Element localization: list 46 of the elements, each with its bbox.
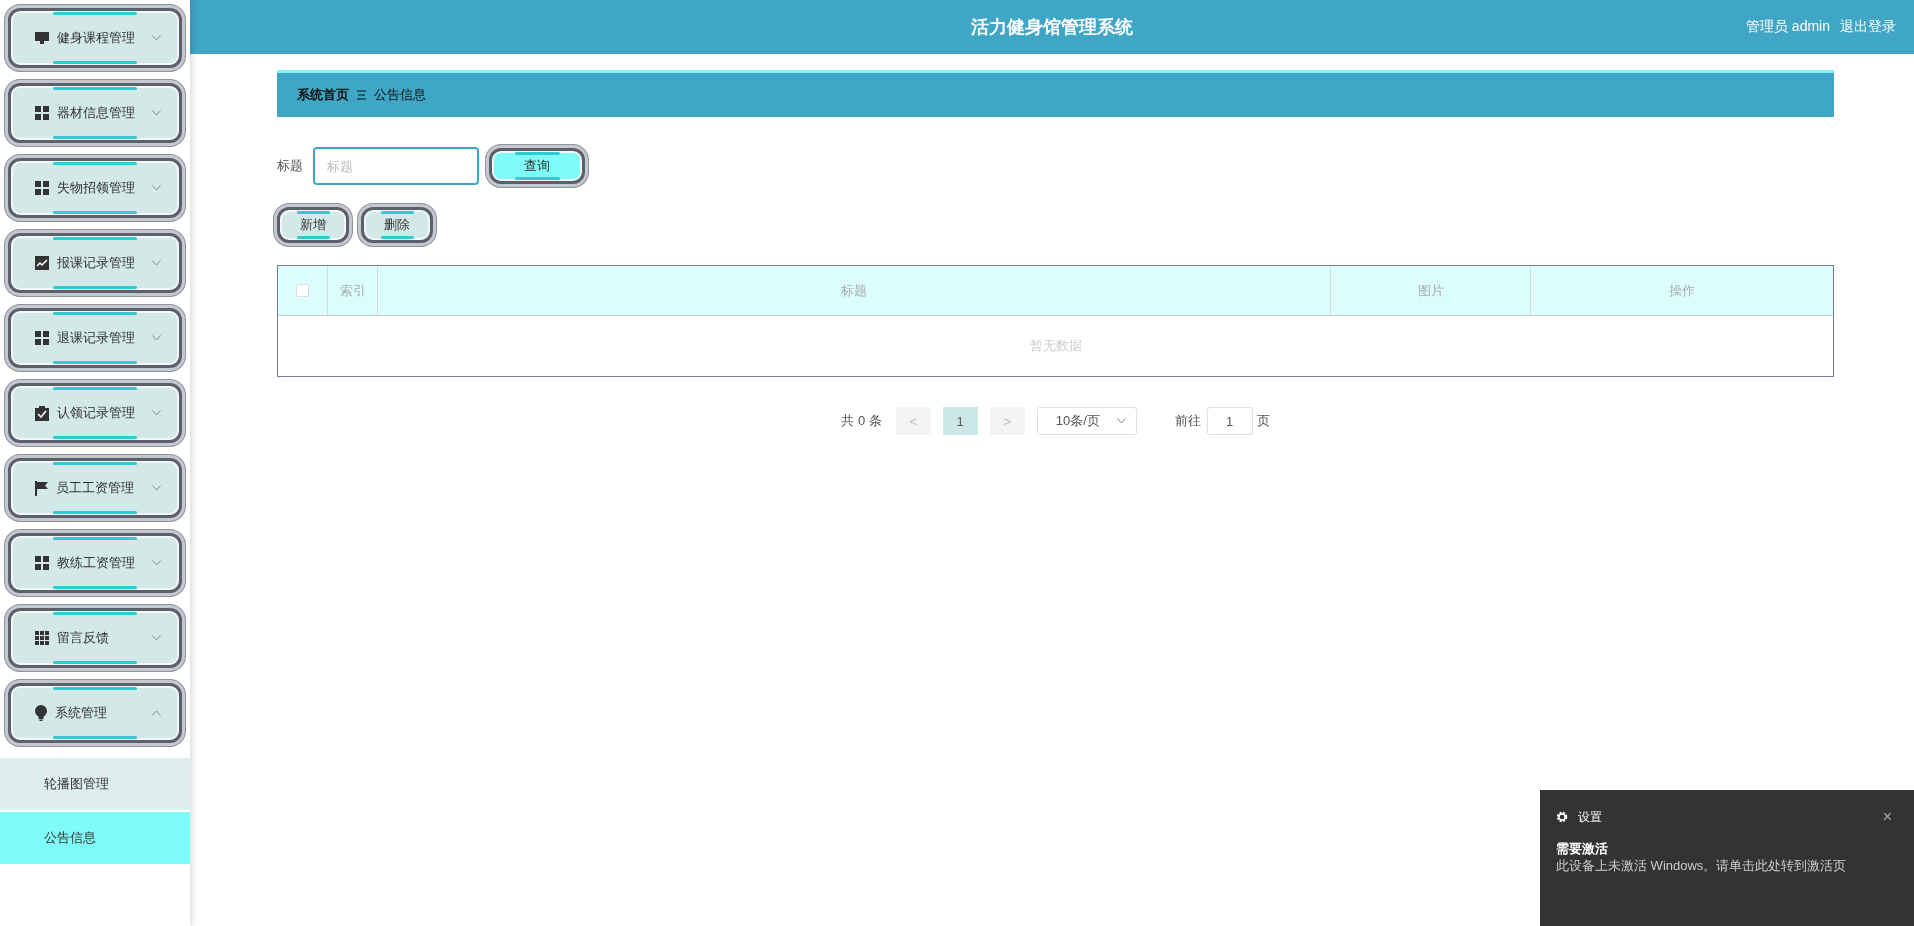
grid-icon: [35, 181, 49, 195]
column-header: 索引: [328, 266, 378, 315]
close-button[interactable]: ×: [1882, 808, 1892, 826]
chevron-up-icon: [152, 710, 161, 716]
chevron-down-icon: [152, 185, 161, 191]
system-title: 活力健身馆管理系统: [971, 16, 1133, 39]
chevron-down-icon: [152, 260, 161, 266]
grid-icon: [35, 631, 49, 645]
title-input-field[interactable]: 标题: [313, 147, 479, 185]
chevron-down-icon: [152, 635, 161, 641]
notification-title: 需要激活: [1556, 840, 1609, 858]
goto-label: 前往: [1174, 412, 1201, 430]
settings-icon: [1556, 811, 1568, 823]
page-number-button[interactable]: 1: [942, 407, 978, 435]
chevron-down-icon: [152, 335, 161, 341]
notification-message[interactable]: 此设备上未激活 Windows。请单击此处转到激活页: [1556, 858, 1886, 875]
title-label: 标题: [277, 157, 303, 175]
chevron-down-icon: [152, 560, 161, 566]
breadcrumb-home-link[interactable]: 系统首页: [297, 86, 349, 104]
sidebar-submenu-item[interactable]: 轮播图管理: [0, 758, 190, 810]
grid-icon: [35, 556, 49, 570]
monitor-icon: [35, 31, 49, 45]
page-size-dropdown[interactable]: 10条/页: [1036, 407, 1137, 435]
total-count: 共 0 条: [841, 412, 882, 430]
sidebar-submenu-item[interactable]: 公告信息: [0, 812, 190, 864]
page-input-field[interactable]: 1: [1206, 407, 1253, 435]
chart-icon: [35, 256, 49, 270]
breadcrumb-current: 公告信息: [374, 86, 426, 104]
grid-icon: [35, 106, 49, 120]
chevron-down-icon: [152, 110, 161, 116]
notification-app-name: 设置: [1578, 808, 1603, 826]
chevron-down-icon: [152, 485, 161, 491]
separator-icon: [357, 90, 366, 100]
column-header: 操作: [1668, 281, 1696, 300]
user-label: 管理员 admin: [1745, 18, 1830, 36]
grid-icon: [35, 331, 49, 345]
column-header: 标题: [378, 266, 1331, 315]
column-header: 图片: [1331, 266, 1531, 315]
flag-icon: [35, 480, 48, 496]
chevron-down-icon: [152, 35, 161, 41]
chevron-down-icon: [1116, 418, 1126, 424]
page-unit-label: 页: [1256, 412, 1270, 430]
lightbulb-icon: [35, 705, 47, 721]
chevron-down-icon: [152, 410, 161, 416]
clipboard-check-icon: [35, 405, 49, 421]
select-all-checkbox[interactable]: [296, 284, 309, 297]
